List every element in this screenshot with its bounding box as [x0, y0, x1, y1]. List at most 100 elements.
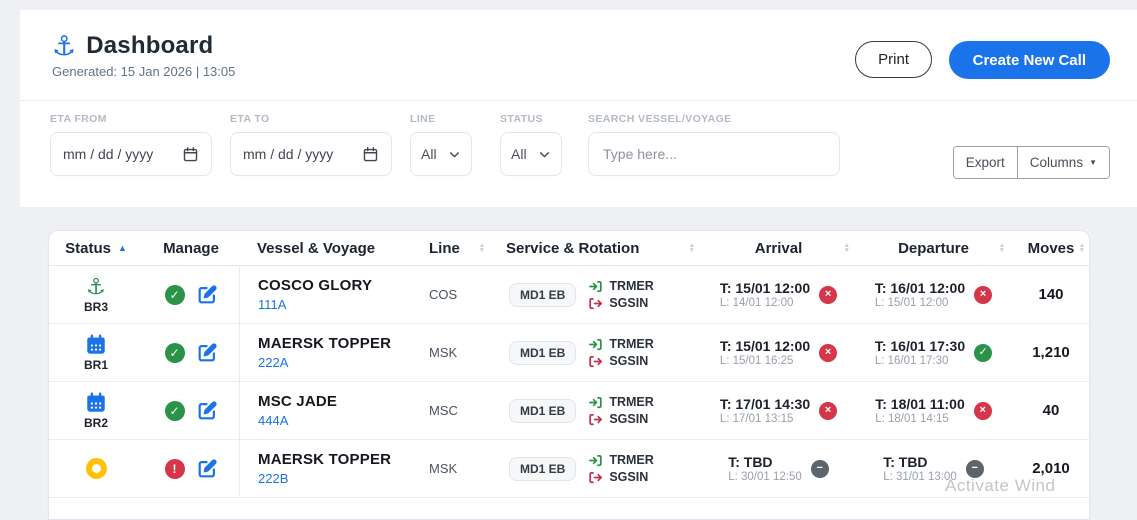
calendar-picker-icon[interactable] [362, 146, 379, 163]
header: ⚓ Dashboard Generated: 15 Jan 2026 | 13:… [20, 10, 1137, 101]
arrival-x-badge-icon: × [819, 343, 838, 362]
column-header-service-rotation[interactable]: Service & Rotation ▲ ▼ [491, 231, 701, 265]
departure-cell: T: 16/01 17:30 L: 16/01 17:30 ✓ [856, 324, 1011, 381]
voyage-link[interactable]: 444A [258, 413, 288, 428]
check-circle-icon: ✓ [164, 400, 185, 421]
table-header-row: Status ▲ Manage Vessel & Voyage Line ▲ ▼ Servic… [49, 231, 1089, 266]
sign-in-icon [588, 395, 603, 410]
departure-live: L: 18/01 14:15 [875, 413, 949, 425]
column-header-moves[interactable]: Moves ▲ ▼ [1011, 231, 1089, 265]
column-label: Status [65, 239, 111, 257]
eta-from-input[interactable]: mm / dd / yyyy [50, 132, 212, 176]
column-label: Departure [898, 239, 969, 257]
edit-icon[interactable] [196, 458, 218, 480]
arrival-target: T: 15/01 12:00 [719, 280, 811, 296]
departure-cell: T: 16/01 12:00 L: 15/01 12:00 × [856, 266, 1011, 323]
line-cell: COS [429, 287, 458, 302]
service-badge: MD1 EB [509, 282, 577, 307]
edit-icon[interactable] [196, 284, 218, 306]
column-label: Line [429, 239, 460, 257]
generated-timestamp: Generated: 15 Jan 2026 | 13:05 [52, 64, 236, 79]
dashboard-page: ⚓ Dashboard Generated: 15 Jan 2026 | 13:… [0, 0, 1137, 520]
column-header-status[interactable]: Status ▲ [49, 231, 143, 265]
rotation-out-port: SGSIN [609, 412, 649, 426]
rotation-in-port: TRMER [609, 453, 654, 467]
arrival-live: L: 14/01 12:00 [719, 297, 794, 309]
arrival-minus-badge-icon: − [810, 459, 829, 478]
manage-cell: ✓ [143, 266, 239, 323]
columns-button[interactable]: Columns ▼ [1016, 147, 1109, 178]
departure-live: L: 31/01 13:00 [883, 471, 957, 483]
check-circle-icon: ✓ [164, 284, 185, 305]
calendar-status-icon [85, 333, 107, 357]
manage-cell: ! [143, 440, 239, 497]
rotation-out-port: SGSIN [609, 296, 649, 310]
moves-cell: 140 [1038, 286, 1064, 303]
arrival-cell: T: 17/01 14:30 L: 17/01 13:15 × [701, 382, 856, 439]
vessel-name: MAERSK TOPPER [258, 335, 392, 352]
top-panel: ⚓ Dashboard Generated: 15 Jan 2026 | 13:… [20, 10, 1137, 207]
print-button[interactable]: Print [855, 41, 932, 78]
service-badge: MD1 EB [509, 340, 577, 365]
voyage-link[interactable]: 222A [258, 355, 288, 370]
arrival-live: L: 17/01 13:15 [719, 413, 794, 425]
check-circle-icon: ✓ [164, 342, 185, 363]
chevron-down-icon [448, 148, 461, 161]
manage-cell: ✓ [143, 382, 239, 439]
column-header-arrival[interactable]: Arrival ▲ ▼ [701, 231, 856, 265]
status-cell [49, 440, 143, 497]
manage-cell: ✓ [143, 324, 239, 381]
moves-cell: 40 [1042, 402, 1060, 419]
sign-in-icon [588, 453, 603, 468]
calendar-picker-icon[interactable] [182, 146, 199, 163]
edit-icon[interactable] [196, 400, 218, 422]
sort-icon: ▲ ▼ [478, 241, 485, 254]
anchor-status-icon: ⚓ [86, 274, 106, 299]
table-row: ! MAERSK TOPPER 222B MSK MD1 EB TRMER SG… [49, 440, 1089, 498]
service-rotation-cell: MD1 EB TRMER SGSIN [491, 382, 701, 439]
line-select-value: All [421, 146, 437, 162]
vessel-cell: MSC JADE 444A [239, 382, 421, 439]
voyage-link[interactable]: 222B [258, 471, 288, 486]
eta-to-input[interactable]: mm / dd / yyyy [230, 132, 392, 176]
arrival-live: L: 30/01 12:50 [728, 471, 802, 483]
line-select[interactable]: All [410, 132, 472, 176]
column-label: Moves [1027, 239, 1075, 257]
departure-target: T: TBD [883, 454, 928, 470]
moves-cell: 1,210 [1032, 344, 1070, 361]
table-row: ⚓ BR3 ✓ COSCO GLORY 111A COS MD1 EB TRME… [49, 266, 1089, 324]
voyage-link[interactable]: 111A [258, 297, 286, 312]
sign-out-icon [588, 296, 603, 311]
service-badge: MD1 EB [509, 456, 577, 481]
column-header-vessel-voyage: Vessel & Voyage [239, 231, 421, 265]
column-label: Arrival [754, 239, 803, 257]
sort-icon: ▲ ▼ [843, 241, 850, 254]
caret-down-icon: ▼ [1089, 157, 1097, 167]
search-input[interactable] [601, 145, 827, 163]
departure-live: L: 15/01 12:00 [874, 297, 949, 309]
departure-x-badge-icon: × [974, 285, 993, 304]
line-cell: MSK [429, 345, 458, 360]
berth-label: BR3 [83, 300, 108, 314]
filter-bar: ETA FROM mm / dd / yyyy ETA TO mm / dd /… [20, 101, 1137, 207]
arrival-live: L: 15/01 16:25 [719, 355, 794, 367]
create-new-call-button[interactable]: Create New Call [948, 41, 1110, 79]
departure-x-badge-icon: × [973, 401, 992, 420]
column-header-departure[interactable]: Departure ▲ ▼ [856, 231, 1011, 265]
export-button[interactable]: Export [953, 147, 1017, 178]
arrival-target: T: 15/01 12:00 [719, 338, 811, 354]
service-badge: MD1 EB [509, 398, 577, 423]
departure-target: T: 16/01 17:30 [874, 338, 966, 354]
edit-icon[interactable] [196, 342, 218, 364]
column-header-line[interactable]: Line ▲ ▼ [421, 231, 491, 265]
table-row: BR2 ✓ MSC JADE 444A MSC MD1 EB TRMER SGS… [49, 382, 1089, 440]
sign-out-icon [588, 470, 603, 485]
table-actions: Export Columns ▼ [952, 146, 1110, 179]
vessel-cell: COSCO GLORY 111A [239, 266, 421, 323]
departure-minus-badge-icon: − [965, 459, 984, 478]
anchor-icon: ⚓ [52, 30, 77, 61]
status-cell: ⚓ BR3 [49, 266, 143, 323]
status-select[interactable]: All [500, 132, 562, 176]
vessel-cell: MAERSK TOPPER 222B [239, 440, 421, 497]
sign-in-icon [588, 337, 603, 352]
